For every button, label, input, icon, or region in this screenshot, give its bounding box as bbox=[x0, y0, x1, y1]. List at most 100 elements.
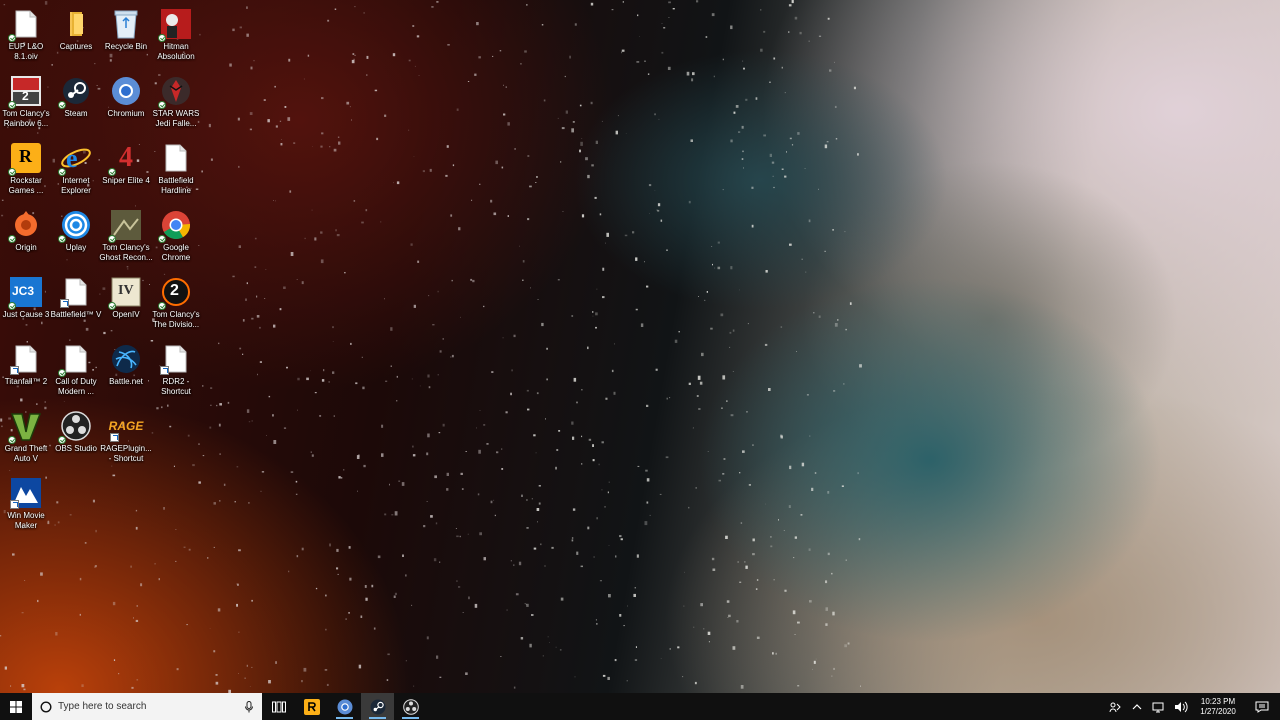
desktop-icon-captures[interactable]: Captures bbox=[50, 5, 102, 69]
wallpaper-speck bbox=[351, 59, 355, 64]
wallpaper-speck bbox=[501, 448, 503, 450]
microphone-icon[interactable] bbox=[244, 700, 254, 713]
wallpaper-speck bbox=[572, 436, 575, 440]
desktop-icon-origin[interactable]: Origin bbox=[0, 206, 52, 270]
wallpaper-speck bbox=[483, 557, 486, 561]
wallpaper-speck bbox=[364, 585, 367, 588]
desktop-icon-google-chrome[interactable]: Google Chrome bbox=[150, 206, 202, 270]
blank-document-icon bbox=[160, 142, 192, 174]
desktop-icon-call-of-duty[interactable]: Call of Duty Modern ... bbox=[50, 340, 102, 404]
desktop-icon-battlenet[interactable]: Battle.net bbox=[100, 340, 152, 404]
wallpaper-speck bbox=[476, 427, 477, 429]
desktop-icon-just-cause-3[interactable]: JC3 Just Cause 3 bbox=[0, 273, 52, 337]
wallpaper-speck bbox=[572, 508, 576, 511]
desktop-icon-eup-oiv[interactable]: EUP L&O 8.1.oiv bbox=[0, 5, 52, 69]
wallpaper-speck bbox=[529, 643, 532, 648]
wallpaper-speck bbox=[390, 365, 392, 367]
desktop-icon-rdr2-shortcut[interactable]: RDR2 - Shortcut bbox=[150, 340, 202, 404]
wallpaper-speck bbox=[321, 97, 324, 100]
ghost-recon-icon bbox=[108, 209, 142, 243]
desktop-icon-battlefield-v[interactable]: Battlefield™ V bbox=[50, 273, 102, 337]
wallpaper-speck bbox=[377, 555, 381, 559]
steam-icon bbox=[58, 75, 92, 109]
desktop-icon-the-division-2[interactable]: 2 Tom Clancy's The Divisio... bbox=[150, 273, 202, 337]
desktop-icon-uplay[interactable]: Uplay bbox=[50, 206, 102, 270]
wallpaper-speck bbox=[781, 66, 783, 69]
tray-people-icon[interactable] bbox=[1104, 693, 1126, 720]
wallpaper-speck bbox=[175, 560, 177, 562]
wallpaper-speck bbox=[644, 60, 646, 62]
taskbar-steam[interactable] bbox=[361, 693, 394, 720]
search-input[interactable] bbox=[52, 696, 244, 717]
taskbar-chromium[interactable] bbox=[328, 693, 361, 720]
wallpaper-speck bbox=[585, 157, 588, 161]
wallpaper-speck bbox=[479, 183, 481, 185]
wallpaper-speck bbox=[426, 636, 429, 640]
start-button[interactable] bbox=[0, 693, 32, 720]
network-icon[interactable] bbox=[1148, 693, 1170, 720]
desktop-icon-win-movie-maker[interactable]: Win Movie Maker bbox=[0, 474, 52, 538]
desktop-icon-rockstar[interactable]: R Rockstar Games ... bbox=[0, 139, 52, 203]
wallpaper-speck bbox=[797, 621, 800, 624]
wallpaper-speck bbox=[251, 599, 253, 602]
action-center-button[interactable] bbox=[1244, 693, 1280, 720]
taskbar-obs-studio[interactable] bbox=[394, 693, 427, 720]
desktop-icon-hitman-absolution[interactable]: Hitman Absolution bbox=[150, 5, 202, 69]
wallpaper-speck bbox=[627, 605, 628, 607]
wallpaper-speck bbox=[55, 632, 58, 636]
desktop-icon-chromium[interactable]: Chromium bbox=[100, 72, 152, 136]
taskbar-clock[interactable]: 10:23 PM 1/27/2020 bbox=[1192, 693, 1244, 720]
wallpaper-speck bbox=[296, 555, 299, 558]
wallpaper-speck bbox=[327, 19, 330, 22]
desktop-icon-rainbow-six[interactable]: 2 Tom Clancy's Rainbow 6... bbox=[0, 72, 52, 136]
wallpaper-speck bbox=[701, 352, 704, 357]
wallpaper-speck bbox=[688, 382, 691, 385]
wallpaper-speck bbox=[261, 471, 265, 473]
wallpaper-speck bbox=[590, 2, 594, 6]
wallpaper-speck bbox=[799, 31, 802, 35]
desktop-icon-star-wars[interactable]: STAR WARS Jedi Falle... bbox=[150, 72, 202, 136]
desktop-icon-ghost-recon[interactable]: Tom Clancy's Ghost Recon... bbox=[99, 206, 153, 270]
desktop-icon-rageplugin[interactable]: RAGE RAGEPlugin... - Shortcut bbox=[100, 407, 152, 471]
wallpaper-speck bbox=[238, 245, 241, 248]
desktop-icon-openiv[interactable]: IV OpenIV bbox=[100, 273, 152, 337]
wallpaper-speck bbox=[712, 568, 716, 571]
wallpaper-speck bbox=[677, 646, 680, 649]
taskbar-search-box[interactable] bbox=[32, 693, 262, 720]
wallpaper-speck bbox=[249, 112, 253, 115]
wallpaper-speck bbox=[559, 649, 562, 651]
wallpaper-speck bbox=[595, 140, 598, 144]
desktop-icon-label: Tom Clancy's The Divisio... bbox=[152, 310, 200, 329]
wallpaper-speck bbox=[256, 295, 258, 298]
wallpaper-speck bbox=[522, 279, 524, 281]
wallpaper-speck bbox=[784, 175, 787, 178]
wallpaper-speck bbox=[329, 146, 331, 148]
desktop-icon-obs-studio[interactable]: OBS Studio bbox=[50, 407, 102, 471]
desktop-icon-label: Recycle Bin bbox=[104, 42, 148, 51]
show-hidden-icons-button[interactable] bbox=[1126, 693, 1148, 720]
wallpaper-speck bbox=[328, 381, 330, 383]
desktop-icon-battlefield-hardline[interactable]: Battlefield Hardline bbox=[150, 139, 202, 203]
wallpaper-speck bbox=[546, 347, 548, 350]
rainbow-six-glyph-text: 2 bbox=[22, 89, 29, 103]
wallpaper-speck bbox=[789, 465, 792, 470]
wallpaper-speck bbox=[167, 404, 169, 407]
desktop-icon-titanfall-2[interactable]: Titanfall™ 2 bbox=[0, 340, 52, 404]
desktop-icon-internet-explorer[interactable]: e Internet Explorer bbox=[50, 139, 102, 203]
volume-icon[interactable] bbox=[1170, 693, 1192, 720]
desktop-icon-recycle-bin[interactable]: Recycle Bin bbox=[100, 5, 152, 69]
desktop-icon-gta-v[interactable]: Grand Theft Auto V bbox=[0, 407, 52, 471]
wallpaper-speck bbox=[843, 383, 845, 385]
desktop-icon-steam[interactable]: Steam bbox=[50, 72, 102, 136]
wallpaper-speck bbox=[707, 631, 711, 635]
taskbar-rockstar-launcher[interactable] bbox=[295, 693, 328, 720]
desktop-icon-sniper-elite-4[interactable]: 4 Sniper Elite 4 bbox=[100, 139, 152, 203]
wallpaper-speck bbox=[849, 302, 852, 305]
wallpaper-speck bbox=[376, 137, 379, 141]
task-view-button[interactable] bbox=[262, 693, 295, 720]
wallpaper-speck bbox=[579, 149, 581, 153]
wallpaper-speck bbox=[544, 565, 546, 567]
wallpaper-speck bbox=[602, 674, 606, 677]
wallpaper-speck bbox=[655, 368, 658, 371]
wallpaper-speck bbox=[804, 168, 806, 169]
